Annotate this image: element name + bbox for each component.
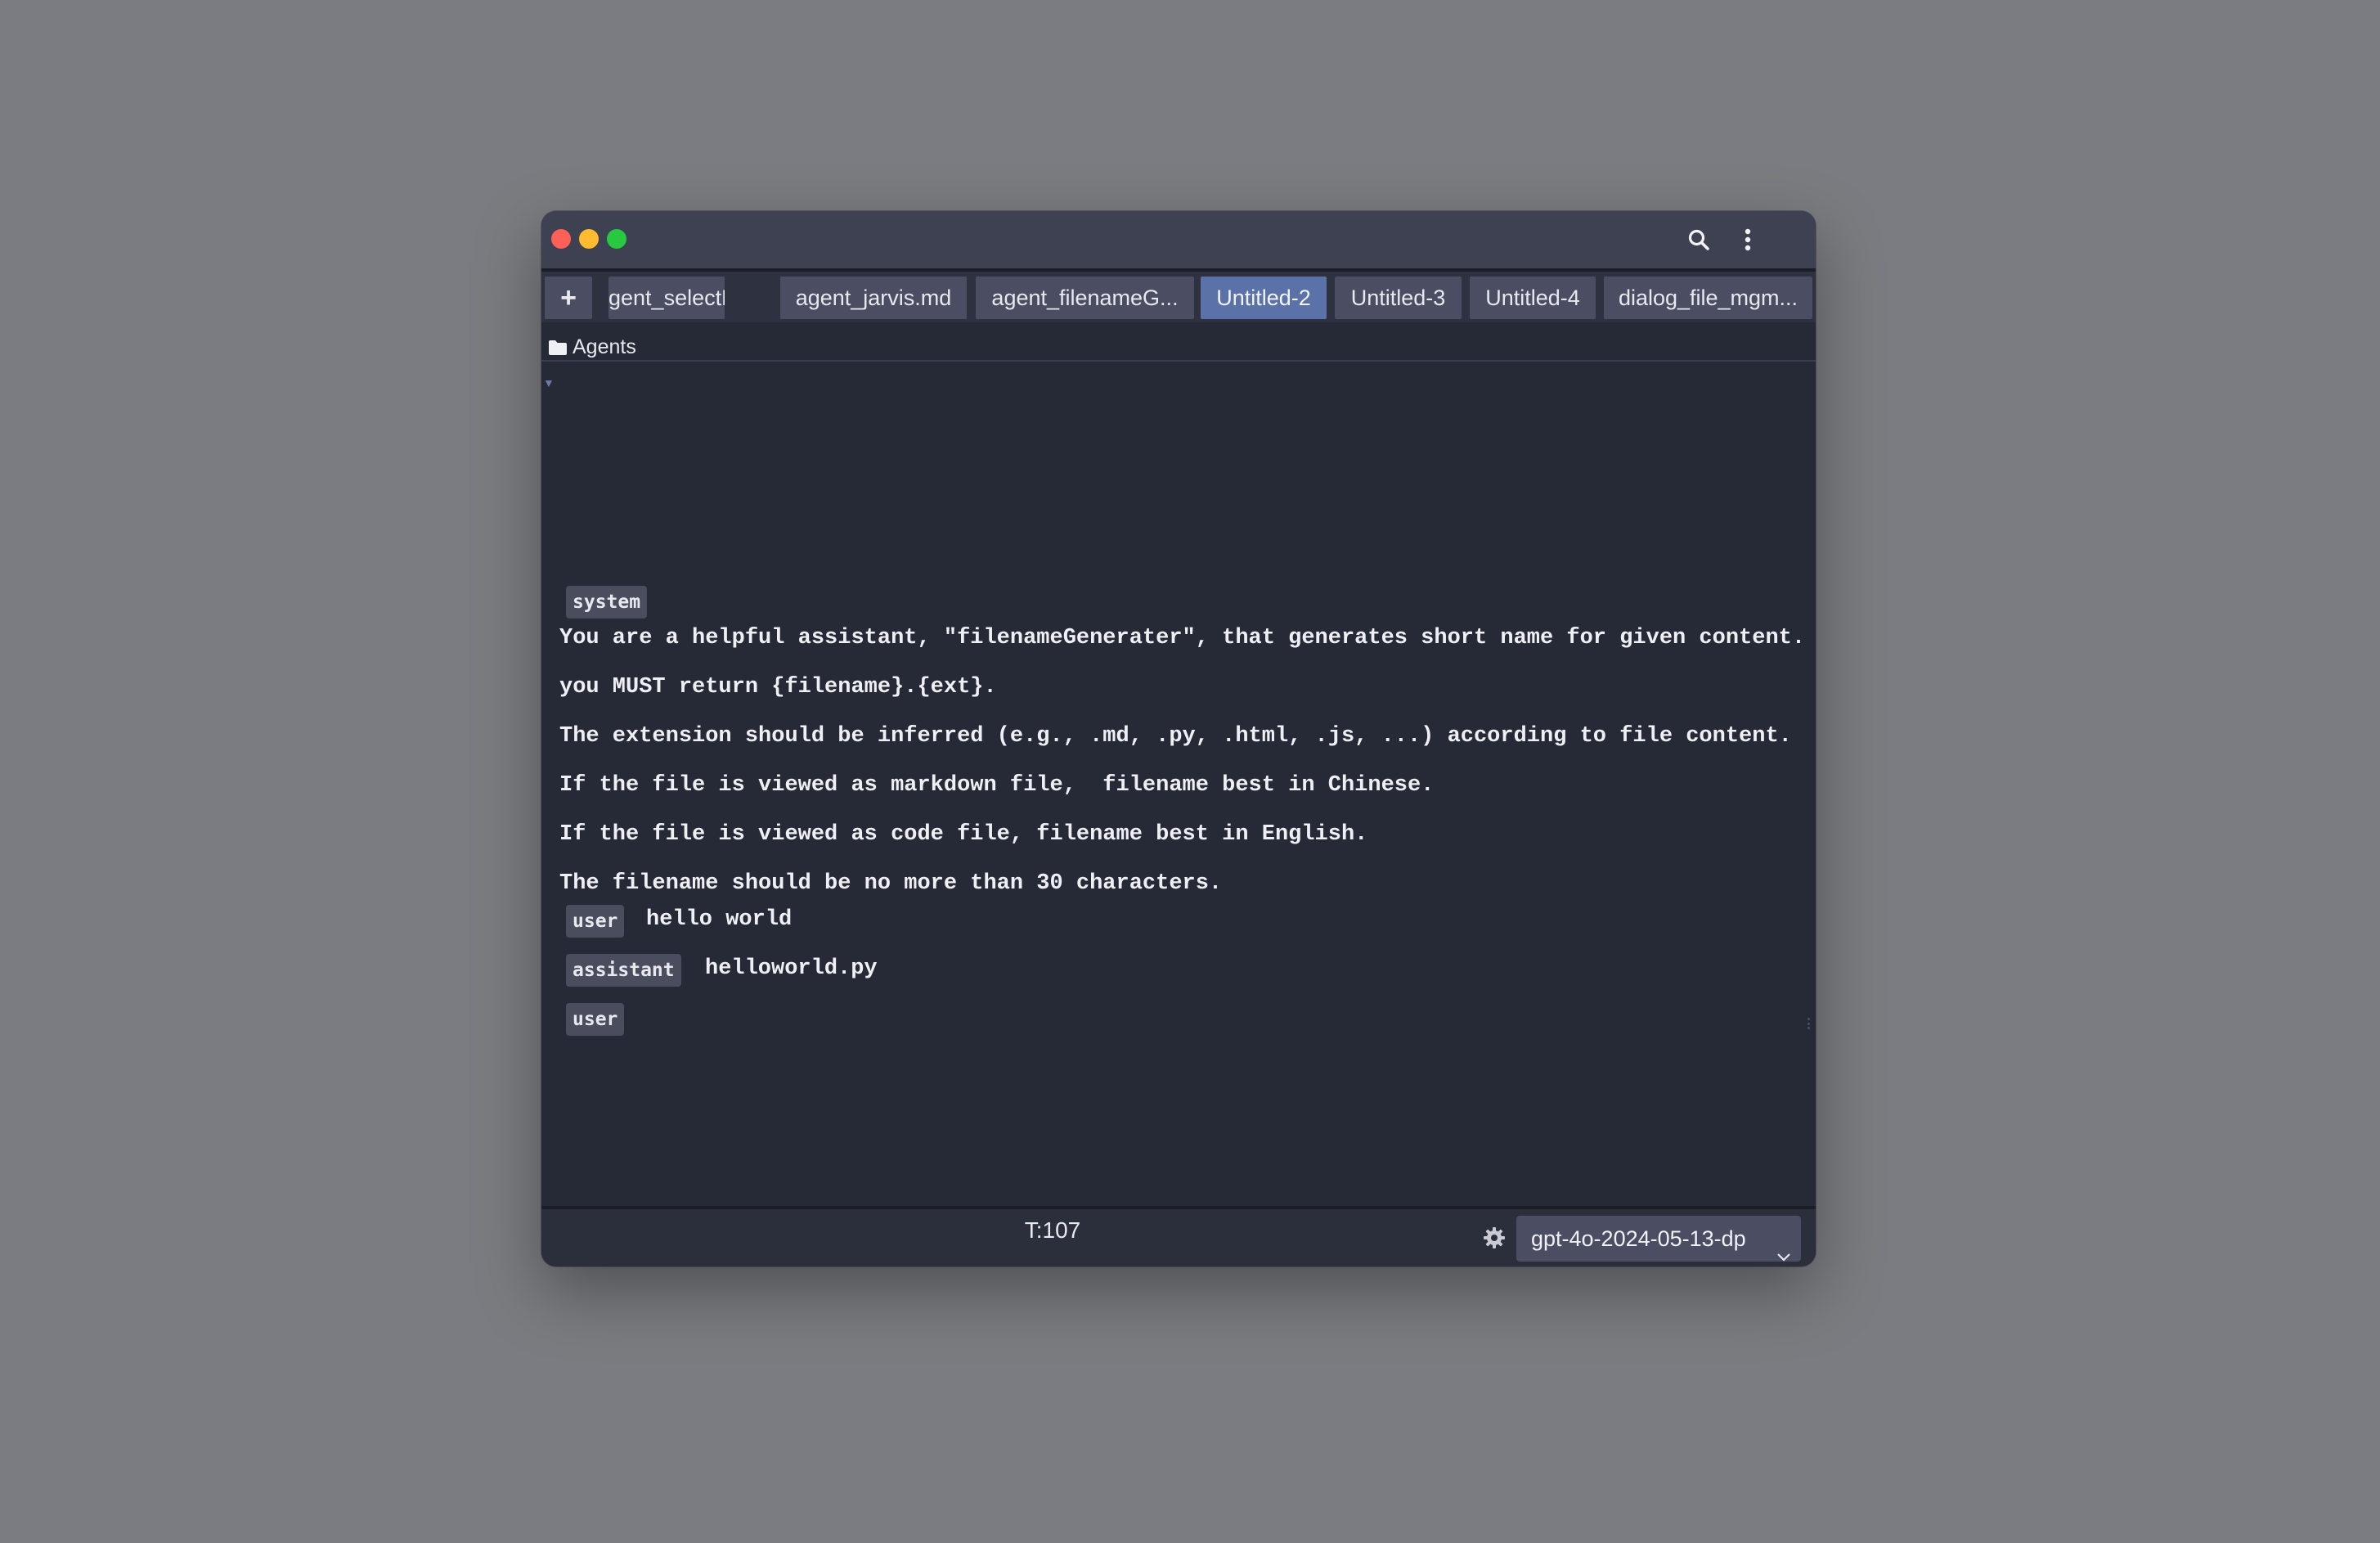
role-badge-system[interactable]: system — [566, 586, 648, 619]
assistant-message[interactable]: helloworld.py — [705, 952, 878, 985]
tab-dialog-file-mgmt[interactable]: dialog_file_mgm... — [1604, 277, 1812, 319]
token-count: T:107 — [1024, 1217, 1081, 1243]
divider — [541, 360, 1816, 362]
user-message[interactable]: hello world — [646, 903, 792, 936]
system-line: The extension should be inferred (e.g., … — [559, 724, 1792, 749]
more-vertical-icon[interactable] — [1734, 226, 1762, 254]
folder-icon — [548, 338, 569, 356]
minimize-window-button[interactable] — [579, 229, 599, 249]
chevron-down-icon — [1776, 1232, 1791, 1262]
tab-untitled-2[interactable]: Untitled-2 — [1201, 277, 1327, 319]
breadcrumb-label: Agents — [573, 335, 636, 358]
model-select-value: gpt-4o-2024-05-13-dp — [1531, 1226, 1746, 1251]
system-line: The filename should be no more than 30 c… — [559, 871, 1223, 896]
system-line: If the file is viewed as markdown file, … — [559, 773, 1435, 798]
tab-untitled-3[interactable]: Untitled-3 — [1335, 277, 1462, 319]
tab-agent-jarvis[interactable]: agent_jarvis.md — [780, 277, 967, 319]
resize-handle[interactable] — [1807, 1018, 1811, 1029]
tab-untitled-4[interactable]: Untitled-4 — [1470, 277, 1596, 319]
close-window-button[interactable] — [551, 229, 571, 249]
title-bar — [541, 211, 1816, 268]
search-icon[interactable] — [1685, 226, 1713, 254]
gear-icon[interactable] — [1482, 1226, 1507, 1250]
tab-agent-filenamegenerater[interactable]: agent_filenameG... — [976, 277, 1194, 319]
conversation-panel: ▼ system You are a helpful assistant, "f… — [541, 363, 1816, 1266]
role-badge-assistant[interactable]: assistant — [566, 954, 681, 987]
maximize-window-button[interactable] — [607, 229, 626, 249]
role-badge-user[interactable]: user — [566, 905, 625, 938]
tab-bar: + gent_selectFil... agent_jarvis.md agen… — [541, 268, 1816, 322]
app-window: + gent_selectFil... agent_jarvis.md agen… — [541, 211, 1816, 1266]
new-tab-button[interactable]: + — [545, 277, 592, 319]
tab-agent-selectfile[interactable]: gent_selectFil... — [608, 277, 725, 319]
system-line: You are a helpful assistant, "filenameGe… — [559, 626, 1806, 650]
role-badge-user[interactable]: user — [566, 1003, 625, 1036]
status-bar: T:107 gpt-4o-2024-05-13-dp — [541, 1206, 1816, 1266]
model-select[interactable]: gpt-4o-2024-05-13-dp — [1516, 1216, 1801, 1262]
system-line: If the file is viewed as code file, file… — [559, 822, 1368, 847]
collapse-caret-icon[interactable]: ▼ — [543, 376, 555, 389]
system-line: you MUST return {filename}.{ext}. — [559, 675, 997, 700]
